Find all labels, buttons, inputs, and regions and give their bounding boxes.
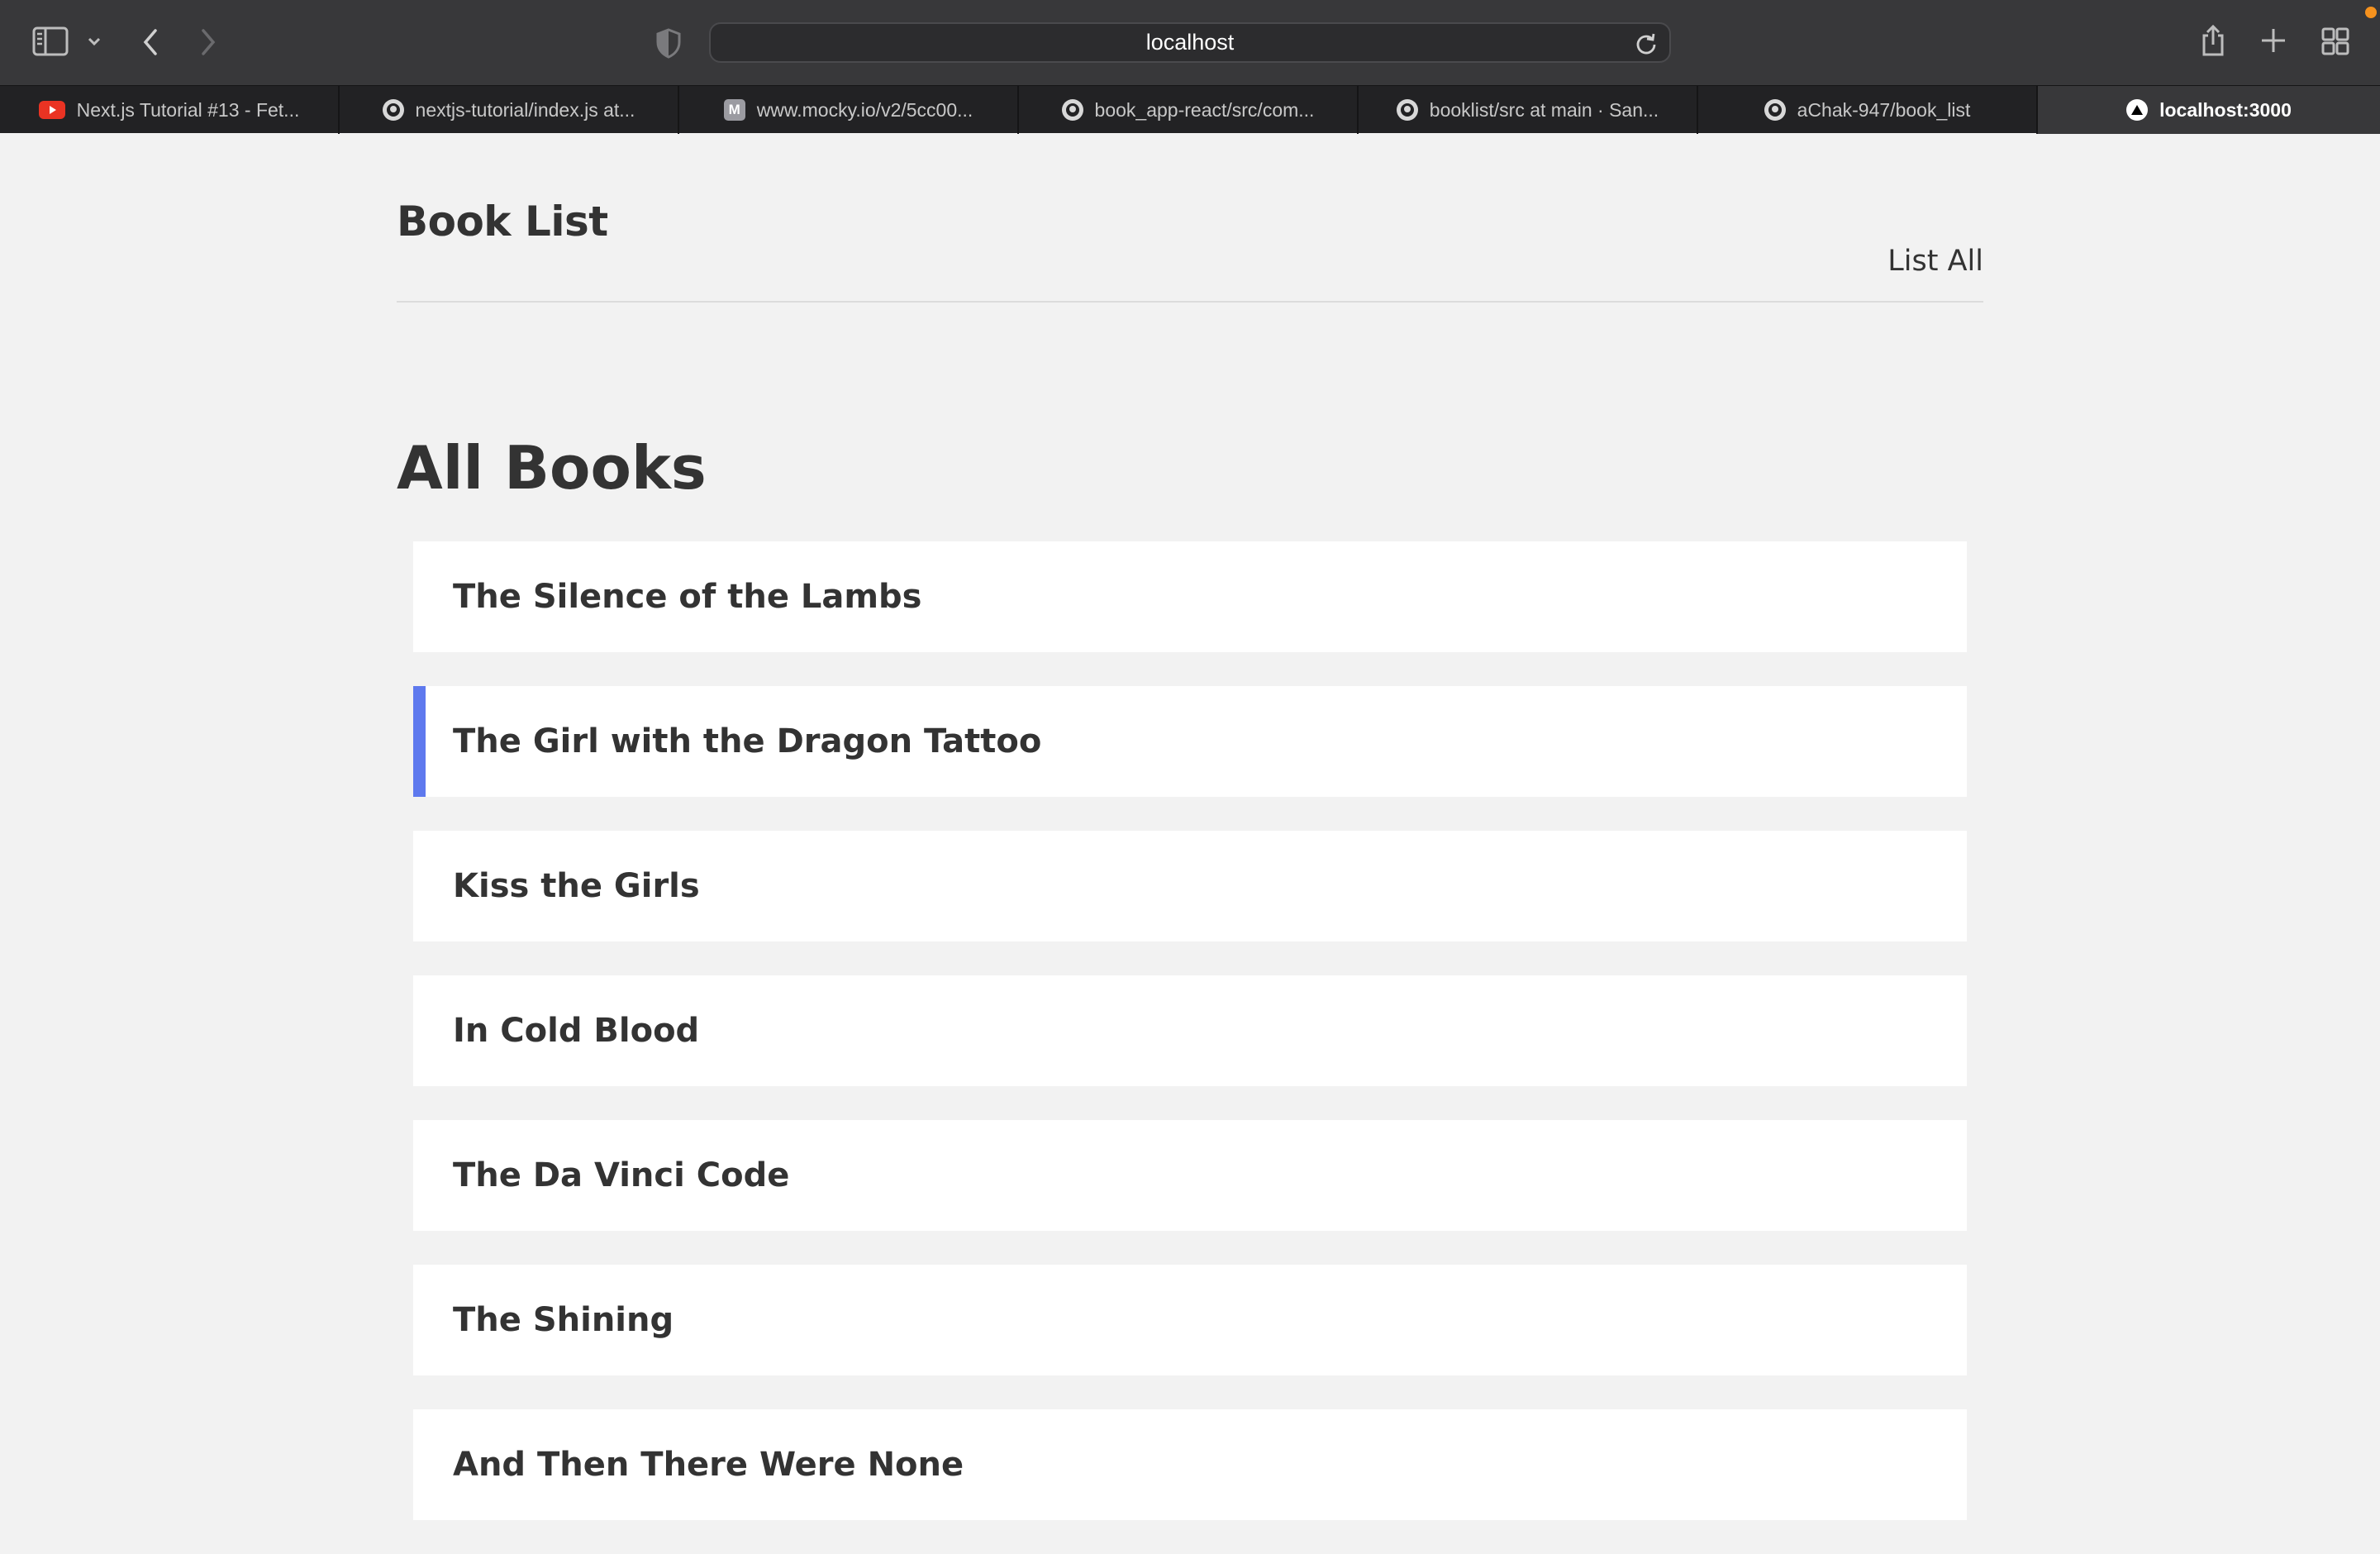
- new-tab-plus-icon[interactable]: [2259, 26, 2287, 55]
- back-arrow-icon[interactable]: [139, 26, 162, 58]
- browser-tab[interactable]: M www.mocky.io/v2/5cc00...: [679, 86, 1019, 134]
- book-card[interactable]: In Cold Blood: [413, 975, 1967, 1086]
- github-icon: [1396, 99, 1418, 121]
- youtube-icon: [38, 101, 65, 119]
- browser-tab[interactable]: nextjs-tutorial/index.js at...: [340, 86, 679, 134]
- book-title: Kiss the Girls: [453, 867, 700, 905]
- sidebar-toggle-icon[interactable]: [31, 25, 69, 58]
- book-title: The Shining: [453, 1301, 674, 1339]
- tab-label: Next.js Tutorial #13 - Fet...: [76, 98, 300, 121]
- tab-label: book_app-react/src/com...: [1094, 98, 1315, 121]
- book-card[interactable]: Kiss the Girls: [413, 831, 1967, 941]
- book-title: The Da Vinci Code: [453, 1156, 790, 1194]
- book-card[interactable]: The Da Vinci Code: [413, 1120, 1967, 1231]
- book-card[interactable]: And Then There Were None: [413, 1409, 1967, 1520]
- site-title: Book List: [397, 198, 608, 245]
- book-title: The Girl with the Dragon Tattoo: [453, 722, 1042, 760]
- url-text: localhost: [1145, 30, 1235, 55]
- book-card-hovered[interactable]: The Girl with the Dragon Tattoo: [413, 686, 1967, 797]
- share-icon[interactable]: [2198, 23, 2228, 58]
- chevron-down-icon[interactable]: [86, 33, 102, 50]
- github-icon: [382, 99, 404, 121]
- browser-tab[interactable]: book_app-react/src/com...: [1019, 86, 1359, 134]
- tab-label: www.mocky.io/v2/5cc00...: [756, 98, 973, 121]
- page-heading: All Books: [397, 433, 707, 503]
- book-title: The Silence of the Lambs: [453, 578, 922, 616]
- reload-icon[interactable]: [1635, 32, 1658, 60]
- notification-dot: [2365, 7, 2377, 18]
- tab-label: aChak-947/book_list: [1797, 98, 1971, 121]
- tab-label: nextjs-tutorial/index.js at...: [415, 98, 635, 121]
- book-title: In Cold Blood: [453, 1012, 700, 1050]
- privacy-shield-icon[interactable]: [654, 27, 683, 59]
- browser-toolbar: localhost: [0, 0, 2380, 85]
- browser-tab[interactable]: aChak-947/book_list: [1698, 86, 2038, 134]
- github-icon: [1061, 99, 1083, 121]
- vercel-triangle-icon: [2126, 99, 2149, 121]
- tab-label: booklist/src at main · San...: [1429, 98, 1659, 121]
- site-header: Book List List All: [397, 133, 1983, 303]
- github-icon: [1764, 99, 1786, 121]
- list-all-link[interactable]: List All: [1887, 245, 1983, 278]
- browser-tab[interactable]: Next.js Tutorial #13 - Fet...: [0, 86, 340, 134]
- tab-bar: Next.js Tutorial #13 - Fet... nextjs-tut…: [0, 85, 2380, 134]
- forward-arrow-icon[interactable]: [197, 26, 220, 58]
- book-list: The Silence of the Lambs The Girl with t…: [413, 541, 1967, 1554]
- book-card[interactable]: The Silence of the Lambs: [413, 541, 1967, 652]
- browser-tab[interactable]: booklist/src at main · San...: [1359, 86, 1698, 134]
- book-card[interactable]: The Shining: [413, 1265, 1967, 1375]
- browser-tab-active[interactable]: localhost:3000: [2038, 86, 2380, 134]
- book-title: And Then There Were None: [453, 1446, 964, 1484]
- mocky-icon: M: [723, 99, 745, 121]
- tab-overview-icon[interactable]: [2320, 26, 2350, 56]
- tab-label: localhost:3000: [2159, 98, 2292, 121]
- address-bar[interactable]: localhost: [709, 22, 1671, 63]
